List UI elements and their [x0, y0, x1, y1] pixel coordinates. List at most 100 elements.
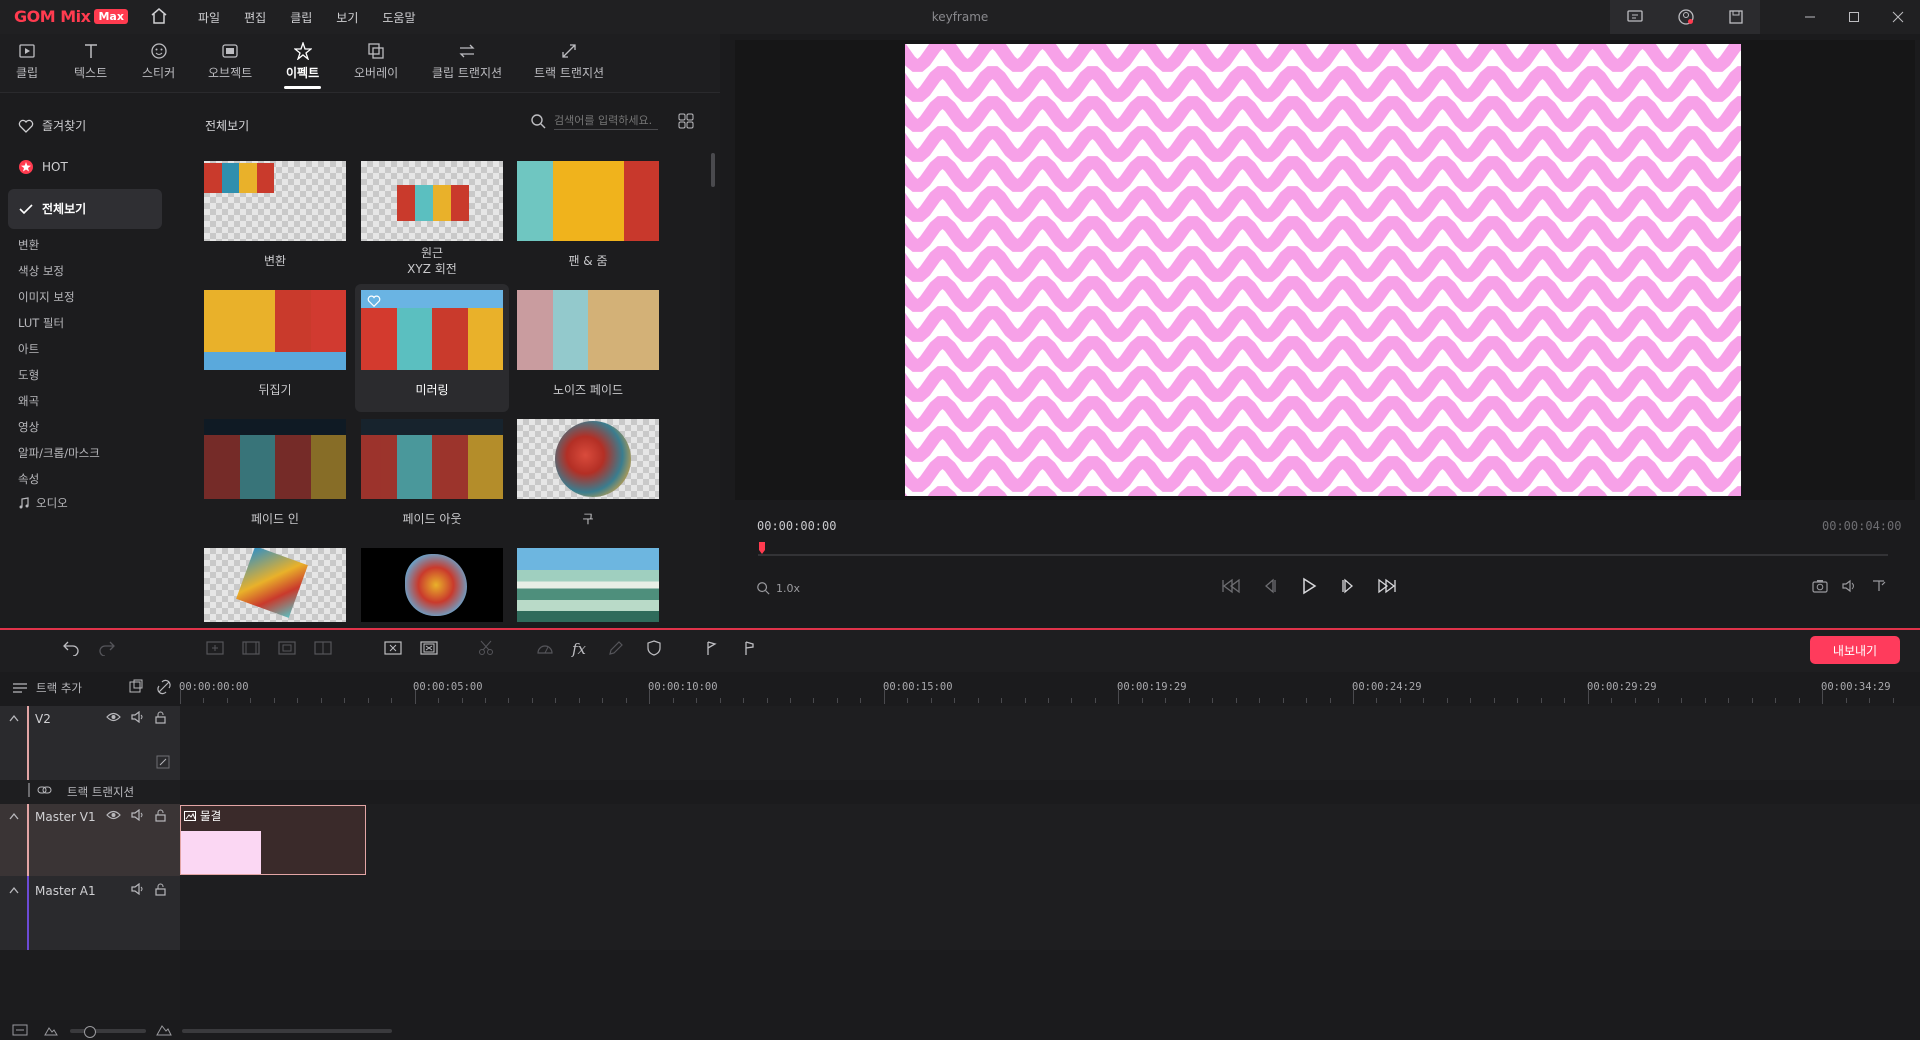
effect-thumb-page-curl[interactable] — [361, 548, 503, 622]
category-audio[interactable]: 오디오 — [18, 495, 68, 511]
undo-icon[interactable] — [62, 640, 80, 656]
detach-preview-icon[interactable] — [1872, 579, 1886, 593]
previous-frame-icon[interactable] — [1262, 578, 1278, 594]
next-frame-icon[interactable] — [1340, 578, 1356, 594]
film-icon[interactable] — [242, 640, 260, 656]
ruler-tick — [1399, 698, 1401, 703]
marker-out-icon[interactable] — [742, 640, 756, 656]
category-alpha-crop-mask[interactable]: 알파/크롭/마스크 — [18, 445, 100, 461]
category-art[interactable]: 아트 — [18, 341, 39, 357]
effect-thumb-fade-out[interactable] — [361, 419, 503, 499]
category-shape[interactable]: 도형 — [18, 367, 39, 383]
speed-icon[interactable] — [536, 640, 554, 656]
timeline-zoom-handle[interactable] — [84, 1026, 96, 1038]
search-input[interactable] — [554, 112, 658, 130]
skip-to-start-icon[interactable] — [1220, 578, 1240, 594]
category-transform[interactable]: 변환 — [18, 237, 39, 253]
add-track[interactable]: 트랙 추가 — [12, 680, 82, 696]
category-image-correction[interactable]: 이미지 보정 — [18, 289, 75, 305]
track-lane-v2[interactable] — [180, 706, 1920, 780]
volume-icon[interactable] — [1842, 579, 1858, 593]
magnet-link-icon[interactable] — [156, 679, 172, 695]
lock-icon[interactable] — [155, 883, 166, 896]
tab-object[interactable]: 오브젝트 — [208, 42, 252, 81]
shield-icon[interactable] — [646, 640, 662, 656]
split-screen-icon[interactable] — [314, 640, 332, 656]
speaker-icon[interactable] — [131, 809, 145, 822]
effect-thumb-fade-in[interactable] — [204, 419, 346, 499]
tab-clip-transition[interactable]: 클립 트랜지션 — [432, 42, 502, 81]
effect-thumb-noise-fade[interactable] — [517, 290, 659, 370]
tab-overlay[interactable]: 오버레이 — [354, 42, 398, 81]
track-lane-master-v1[interactable] — [180, 804, 1920, 876]
play-icon[interactable] — [1300, 577, 1318, 595]
effect-thumb-stretch[interactable] — [517, 548, 659, 622]
fx-icon[interactable]: fx — [572, 640, 586, 658]
account-icon[interactable] — [1677, 8, 1695, 26]
lock-icon[interactable] — [155, 711, 166, 724]
scissors-icon[interactable] — [478, 640, 496, 656]
music-note-icon — [19, 497, 29, 509]
collapse-chevron-icon[interactable] — [9, 714, 19, 722]
effect-thumb-flip[interactable] — [204, 290, 346, 370]
effect-thumb-pan-zoom[interactable] — [517, 161, 659, 241]
redo-icon[interactable] — [98, 640, 116, 656]
collapse-chevron-icon[interactable] — [9, 812, 19, 820]
effect-thumb-cube[interactable] — [204, 548, 346, 622]
favorite-heart-icon[interactable] — [367, 294, 381, 308]
feedback-icon[interactable] — [1626, 9, 1644, 25]
effect-thumb-sphere[interactable] — [517, 419, 659, 499]
collapse-chevron-icon[interactable] — [9, 886, 19, 894]
search-icon[interactable] — [530, 113, 546, 129]
category-color-correction[interactable]: 색상 보정 — [18, 263, 64, 279]
skip-to-end-icon[interactable] — [1378, 578, 1398, 594]
lock-icon[interactable] — [155, 809, 166, 822]
marker-in-icon[interactable] — [704, 640, 718, 656]
tab-text[interactable]: 텍스트 — [74, 42, 107, 81]
preview-canvas[interactable] — [905, 44, 1741, 496]
speaker-icon[interactable] — [131, 883, 145, 896]
category-lut-filter[interactable]: LUT 필터 — [18, 315, 64, 331]
timeline-zoom-slider[interactable] — [70, 1029, 146, 1033]
tab-sticker[interactable]: 스티커 — [142, 42, 175, 81]
speaker-icon[interactable] — [131, 711, 145, 724]
crop-frame-icon[interactable] — [278, 640, 296, 656]
grid-scrollbar[interactable] — [711, 153, 715, 187]
category-distortion[interactable]: 왜곡 — [18, 393, 39, 409]
minimize-icon[interactable] — [1804, 11, 1816, 23]
delete-clip-icon[interactable] — [384, 640, 402, 656]
pen-icon[interactable] — [608, 640, 624, 656]
eye-icon[interactable] — [106, 711, 121, 724]
save-icon[interactable] — [1728, 9, 1744, 25]
preview-scrubber[interactable] — [758, 554, 1888, 556]
effect-thumb-perspective[interactable] — [361, 161, 503, 241]
timeline-empty-area[interactable] — [180, 950, 1920, 1020]
insert-clip-icon[interactable] — [206, 640, 224, 656]
track-lane-master-a1[interactable] — [180, 876, 1920, 950]
zoom-out-mountain-icon[interactable] — [44, 1024, 58, 1036]
preview-zoom[interactable]: 1.0x — [756, 581, 800, 595]
effect-thumb-mirroring[interactable] — [361, 290, 503, 370]
zoom-in-mountain-icon[interactable] — [156, 1023, 172, 1036]
category-favorites[interactable]: 즐겨찾기 — [18, 117, 86, 134]
maximize-icon[interactable] — [1848, 11, 1860, 23]
timeline-horizontal-scrollbar[interactable] — [182, 1029, 392, 1033]
export-button[interactable]: 내보내기 — [1810, 636, 1900, 664]
remove-gap-icon[interactable] — [420, 640, 438, 656]
tab-effect[interactable]: 이펙트 — [283, 42, 322, 89]
close-icon[interactable] — [1892, 11, 1904, 23]
category-hot[interactable]: HOT — [18, 159, 68, 175]
fit-timeline-icon[interactable] — [12, 1024, 28, 1036]
snapshot-icon[interactable] — [1812, 579, 1828, 593]
tab-clip[interactable]: 클립 — [16, 42, 38, 81]
category-video[interactable]: 영상 — [18, 419, 39, 435]
grid-view-icon[interactable] — [678, 113, 694, 129]
preview-playhead[interactable] — [759, 542, 765, 556]
track-transition-lane[interactable] — [180, 780, 1920, 804]
eye-icon[interactable] — [106, 809, 121, 822]
tab-track-transition[interactable]: 트랙 트랜지션 — [534, 42, 604, 81]
track-manager-icon[interactable] — [128, 679, 144, 695]
category-property[interactable]: 속성 — [18, 471, 39, 487]
effect-thumb-transform[interactable] — [204, 161, 346, 241]
link-toggle-icon[interactable] — [156, 755, 170, 769]
